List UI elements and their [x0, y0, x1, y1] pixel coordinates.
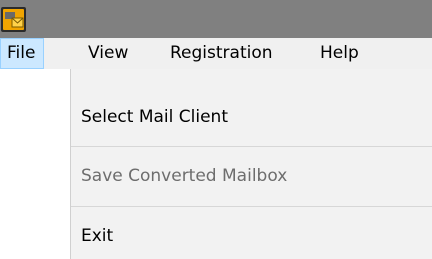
menu-item-save-converted-mailbox[interactable]: Save Converted Mailbox: [81, 166, 287, 186]
menu-help[interactable]: Help: [320, 38, 359, 69]
menu-separator: [71, 206, 432, 207]
menu-registration[interactable]: Registration: [170, 38, 273, 69]
menu-item-exit[interactable]: Exit: [81, 226, 113, 246]
menu-file[interactable]: File: [0, 38, 44, 69]
file-dropdown-menu: Select Mail Client Save Converted Mailbo…: [70, 69, 432, 259]
menu-separator: [71, 146, 432, 147]
app-mail-icon[interactable]: [0, 6, 27, 33]
title-bar: [0, 0, 432, 38]
menu-item-select-mail-client[interactable]: Select Mail Client: [81, 107, 228, 127]
menu-bar: File View Registration Help: [0, 38, 432, 69]
menu-view[interactable]: View: [88, 38, 128, 69]
